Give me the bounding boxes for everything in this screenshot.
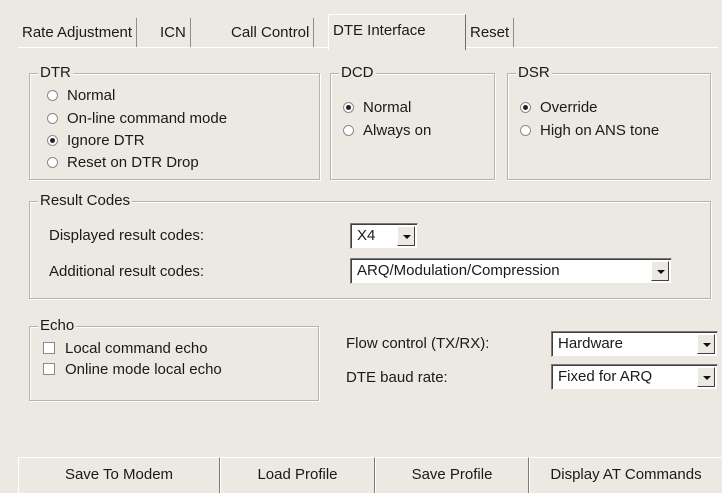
- dsr-legend: DSR: [516, 64, 552, 82]
- dsr-option-label: High on ANS tone: [540, 122, 660, 139]
- dcd-option-normal[interactable]: Normal: [343, 98, 411, 118]
- chevron-down-icon[interactable]: [697, 367, 715, 387]
- result-codes-group: Result Codes Displayed result codes: X4 …: [29, 192, 711, 299]
- dtr-option-label: On-line command mode: [67, 110, 228, 127]
- save-profile-button[interactable]: Save Profile: [375, 457, 529, 493]
- dcd-group: DCD Normal Always on: [330, 64, 495, 180]
- dte-baud-rate-label: DTE baud rate:: [346, 369, 448, 386]
- dtr-option-label: Reset on DTR Drop: [67, 154, 199, 171]
- dcd-legend: DCD: [339, 64, 376, 82]
- dtr-legend: DTR: [38, 64, 73, 82]
- radio-selected-icon: [343, 102, 354, 113]
- echo-option-label: Local command echo: [65, 340, 208, 357]
- dtr-option-label: Normal: [67, 87, 116, 104]
- flow-control-select[interactable]: Hardware: [551, 331, 718, 357]
- displayed-result-codes-label: Displayed result codes:: [49, 227, 205, 244]
- local-command-echo-checkbox[interactable]: Local command echo: [43, 339, 208, 359]
- dtr-option-normal[interactable]: Normal: [47, 86, 115, 106]
- additional-result-codes-label: Additional result codes:: [49, 263, 205, 280]
- tab-dte-interface[interactable]: DTE Interface: [328, 14, 466, 50]
- dsr-option-high-on-ans[interactable]: High on ANS tone: [520, 121, 659, 141]
- tab-icn[interactable]: ICN: [156, 18, 191, 48]
- dtr-option-online-command[interactable]: On-line command mode: [47, 109, 227, 129]
- radio-icon: [47, 113, 58, 124]
- radio-icon: [343, 125, 354, 136]
- dcd-option-label: Always on: [363, 122, 432, 139]
- chevron-down-icon[interactable]: [697, 334, 715, 354]
- radio-icon: [520, 125, 531, 136]
- dte-interface-dialog: Rate Adjustment ICN Call Control DTE Int…: [0, 0, 722, 493]
- flow-control-value: Hardware: [558, 335, 624, 352]
- displayed-result-codes-value: X4: [357, 227, 376, 244]
- dtr-option-label: Ignore DTR: [67, 132, 145, 149]
- dsr-group: DSR Override High on ANS tone: [507, 64, 711, 180]
- dte-baud-rate-select[interactable]: Fixed for ARQ: [551, 364, 718, 390]
- dsr-option-override[interactable]: Override: [520, 98, 598, 118]
- tab-rate-adjustment[interactable]: Rate Adjustment: [18, 18, 138, 48]
- checkbox-icon: [43, 342, 55, 354]
- dtr-option-reset-on-drop[interactable]: Reset on DTR Drop: [47, 153, 199, 173]
- display-at-commands-button[interactable]: Display AT Commands: [529, 457, 722, 493]
- echo-legend: Echo: [38, 317, 77, 335]
- flow-control-label: Flow control (TX/RX):: [346, 335, 490, 352]
- echo-group: Echo Local command echo Online mode loca…: [29, 317, 319, 401]
- dcd-option-always-on[interactable]: Always on: [343, 121, 431, 141]
- radio-selected-icon: [47, 135, 58, 146]
- echo-option-label: Online mode local echo: [65, 361, 222, 378]
- dtr-group: DTR Normal On-line command mode Ignore D…: [29, 64, 320, 180]
- dtr-option-ignore-dtr[interactable]: Ignore DTR: [47, 131, 145, 151]
- chevron-down-icon[interactable]: [397, 226, 415, 246]
- chevron-down-icon[interactable]: [651, 261, 669, 281]
- additional-result-codes-select[interactable]: ARQ/Modulation/Compression: [350, 258, 672, 284]
- tab-reset[interactable]: Reset: [466, 18, 515, 48]
- tab-call-control[interactable]: Call Control: [219, 18, 315, 48]
- dsr-option-label: Override: [540, 99, 598, 116]
- dte-baud-rate-value: Fixed for ARQ: [558, 368, 653, 385]
- bottom-button-bar: Save To Modem Load Profile Save Profile …: [0, 457, 722, 493]
- load-profile-button[interactable]: Load Profile: [220, 457, 375, 493]
- dcd-option-label: Normal: [363, 99, 412, 116]
- radio-icon: [47, 90, 58, 101]
- online-mode-local-echo-checkbox[interactable]: Online mode local echo: [43, 360, 222, 380]
- displayed-result-codes-select[interactable]: X4: [350, 223, 418, 249]
- result-codes-legend: Result Codes: [38, 192, 133, 210]
- radio-icon: [47, 157, 58, 168]
- checkbox-icon: [43, 363, 55, 375]
- additional-result-codes-value: ARQ/Modulation/Compression: [357, 262, 560, 279]
- tab-strip: Rate Adjustment ICN Call Control DTE Int…: [18, 14, 718, 50]
- save-to-modem-button[interactable]: Save To Modem: [18, 457, 220, 493]
- radio-selected-icon: [520, 102, 531, 113]
